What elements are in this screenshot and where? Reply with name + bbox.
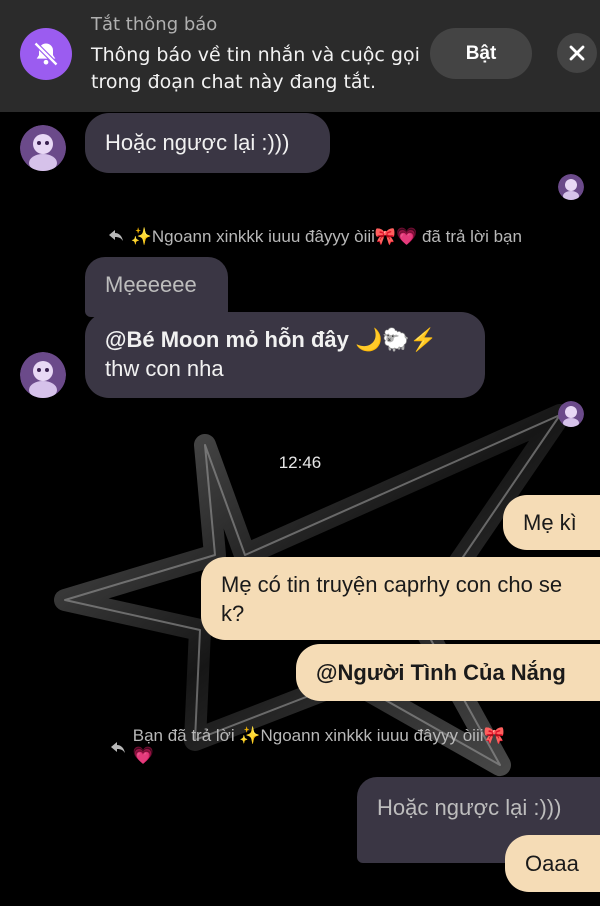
message-bubble[interactable]: @Bé Moon mỏ hỗn đây 🌙🐑⚡ thw con nha xyxy=(85,312,485,398)
banner-text: Thông báo về tin nhắn và cuộc gọi trong … xyxy=(91,44,420,93)
banner-title: Tắt thông báo xyxy=(91,14,218,35)
message-text: thw con nha xyxy=(105,356,224,381)
quoted-message[interactable]: Mẹeeeee xyxy=(85,257,228,317)
mute-notification-banner: Tắt thông báo Thông báo về tin nhắn và c… xyxy=(0,0,600,112)
reply-arrow-icon xyxy=(108,228,126,248)
timestamp: 12:46 xyxy=(278,453,322,472)
avatar[interactable] xyxy=(20,125,66,171)
message-bubble[interactable]: Mẹ kì xyxy=(503,495,600,550)
mention[interactable]: @Người Tình Của Nắng xyxy=(296,644,600,701)
message-bubble[interactable]: Hoặc ngược lại :))) xyxy=(85,113,330,173)
seen-avatar xyxy=(558,174,584,200)
mention[interactable]: @Bé Moon mỏ hỗn đây 🌙🐑⚡ xyxy=(105,325,465,354)
avatar[interactable] xyxy=(20,352,66,398)
close-icon[interactable] xyxy=(557,33,597,73)
reply-note: Bạn đã trả lời ✨Ngoann xinkkk iuuu đâyyy… xyxy=(132,726,505,745)
message-bubble[interactable]: Mẹ có tin truyện caprhy con cho se k? xyxy=(201,557,600,640)
seen-avatar xyxy=(558,401,584,427)
enable-notifications-button[interactable]: Bật xyxy=(430,28,532,79)
reply-note-emoji: 💗 xyxy=(132,746,154,765)
reply-arrow-icon xyxy=(110,740,128,760)
message-bubble[interactable]: Oaaa xyxy=(505,835,600,892)
bell-off-icon xyxy=(20,28,72,80)
reply-note: ✨Ngoann xinkkk iuuu đâyyy òiii🎀💗 đã trả … xyxy=(130,227,522,246)
